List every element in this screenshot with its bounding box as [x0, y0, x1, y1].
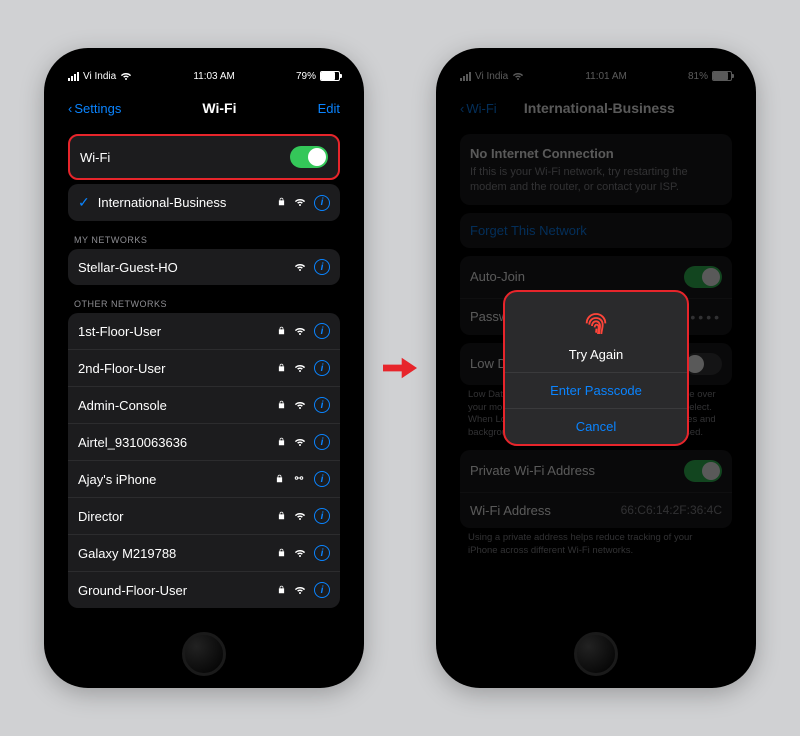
info-icon[interactable]: i	[314, 259, 330, 275]
home-button[interactable]	[182, 632, 226, 676]
network-row[interactable]: Admin-Console i	[68, 387, 340, 424]
wifi-icon	[294, 583, 306, 598]
network-row[interactable]: Stellar-Guest-HO i	[68, 249, 340, 285]
edit-button[interactable]: Edit	[318, 101, 340, 116]
battery-percent: 79%	[296, 71, 316, 82]
nav-bar: ‹ Settings Wi-Fi Edit	[58, 90, 350, 126]
connected-network-row[interactable]: ✓ International-Business i	[68, 184, 340, 221]
wifi-icon	[120, 69, 132, 84]
page-title: Wi-Fi	[202, 100, 236, 116]
network-name: Admin-Console	[78, 398, 277, 413]
battery-icon	[320, 71, 340, 81]
arrow-right-icon	[382, 350, 418, 386]
wifi-icon	[294, 509, 306, 524]
network-row[interactable]: Airtel_9310063636 i	[68, 424, 340, 461]
cancel-button[interactable]: Cancel	[505, 408, 687, 444]
network-name: Director	[78, 509, 277, 524]
info-icon[interactable]: i	[314, 508, 330, 524]
clock: 11:03 AM	[193, 71, 235, 82]
lock-icon	[277, 546, 286, 561]
back-label: Settings	[74, 101, 121, 116]
wifi-icon	[294, 435, 306, 450]
back-button[interactable]: ‹ Settings	[68, 101, 121, 116]
info-icon[interactable]: i	[314, 397, 330, 413]
wifi-toggle-row[interactable]: Wi-Fi	[70, 136, 338, 178]
wifi-toggle[interactable]	[290, 146, 328, 168]
my-networks-header: MY NETWORKS	[68, 229, 340, 249]
wifi-icon	[294, 546, 306, 561]
signal-icon	[68, 72, 79, 81]
wifi-icon	[294, 260, 306, 275]
info-icon[interactable]: i	[314, 195, 330, 211]
phone-left: Vi India 11:03 AM 79% ‹ Settings Wi-Fi E…	[44, 48, 364, 688]
lock-icon	[277, 435, 286, 450]
carrier-label: Vi India	[83, 71, 116, 82]
network-name: Ground-Floor-User	[78, 583, 277, 598]
wifi-icon	[294, 195, 306, 210]
status-bar: Vi India 11:03 AM 79%	[58, 62, 350, 90]
home-button[interactable]	[574, 632, 618, 676]
network-name: Stellar-Guest-HO	[78, 260, 294, 275]
network-name: Airtel_9310063636	[78, 435, 277, 450]
checkmark-icon: ✓	[78, 194, 90, 211]
wifi-label: Wi-Fi	[80, 150, 290, 165]
wifi-icon	[294, 398, 306, 413]
lock-icon	[277, 324, 286, 339]
lock-icon	[277, 361, 286, 376]
info-icon[interactable]: i	[314, 323, 330, 339]
wifi-toggle-row-highlight: Wi-Fi	[68, 134, 340, 180]
connected-network-name: International-Business	[98, 195, 277, 210]
phone-right: Vi India 11:01 AM 81% ‹ Wi-Fi Internatio…	[436, 48, 756, 688]
touchid-dialog-overlay: Try Again Enter Passcode Cancel	[450, 62, 742, 674]
network-row[interactable]: Ajay's iPhone i	[68, 461, 340, 498]
info-icon[interactable]: i	[314, 360, 330, 376]
network-row[interactable]: Galaxy M219788 i	[68, 535, 340, 572]
network-name: Ajay's iPhone	[78, 472, 275, 487]
network-row[interactable]: Ground-Floor-User i	[68, 572, 340, 608]
touchid-dialog: Try Again Enter Passcode Cancel	[503, 290, 689, 446]
lock-icon	[277, 583, 286, 598]
screen-left: Vi India 11:03 AM 79% ‹ Settings Wi-Fi E…	[58, 62, 350, 674]
other-networks-header: OTHER NETWORKS	[68, 293, 340, 313]
lock-icon	[275, 472, 284, 487]
wifi-icon	[294, 361, 306, 376]
info-icon[interactable]: i	[314, 471, 330, 487]
network-row[interactable]: 1st-Floor-User i	[68, 313, 340, 350]
network-row[interactable]: 2nd-Floor-User i	[68, 350, 340, 387]
wifi-icon	[294, 324, 306, 339]
info-icon[interactable]: i	[314, 434, 330, 450]
hotspot-icon	[292, 472, 306, 487]
touchid-icon	[505, 292, 687, 347]
network-name: 1st-Floor-User	[78, 324, 277, 339]
network-name: Galaxy M219788	[78, 546, 277, 561]
dialog-title: Try Again	[505, 347, 687, 372]
chevron-left-icon: ‹	[68, 101, 72, 116]
network-row[interactable]: Director i	[68, 498, 340, 535]
enter-passcode-button[interactable]: Enter Passcode	[505, 372, 687, 408]
lock-icon	[277, 195, 286, 210]
info-icon[interactable]: i	[314, 582, 330, 598]
lock-icon	[277, 509, 286, 524]
screen-right: Vi India 11:01 AM 81% ‹ Wi-Fi Internatio…	[450, 62, 742, 674]
info-icon[interactable]: i	[314, 545, 330, 561]
network-name: 2nd-Floor-User	[78, 361, 277, 376]
lock-icon	[277, 398, 286, 413]
